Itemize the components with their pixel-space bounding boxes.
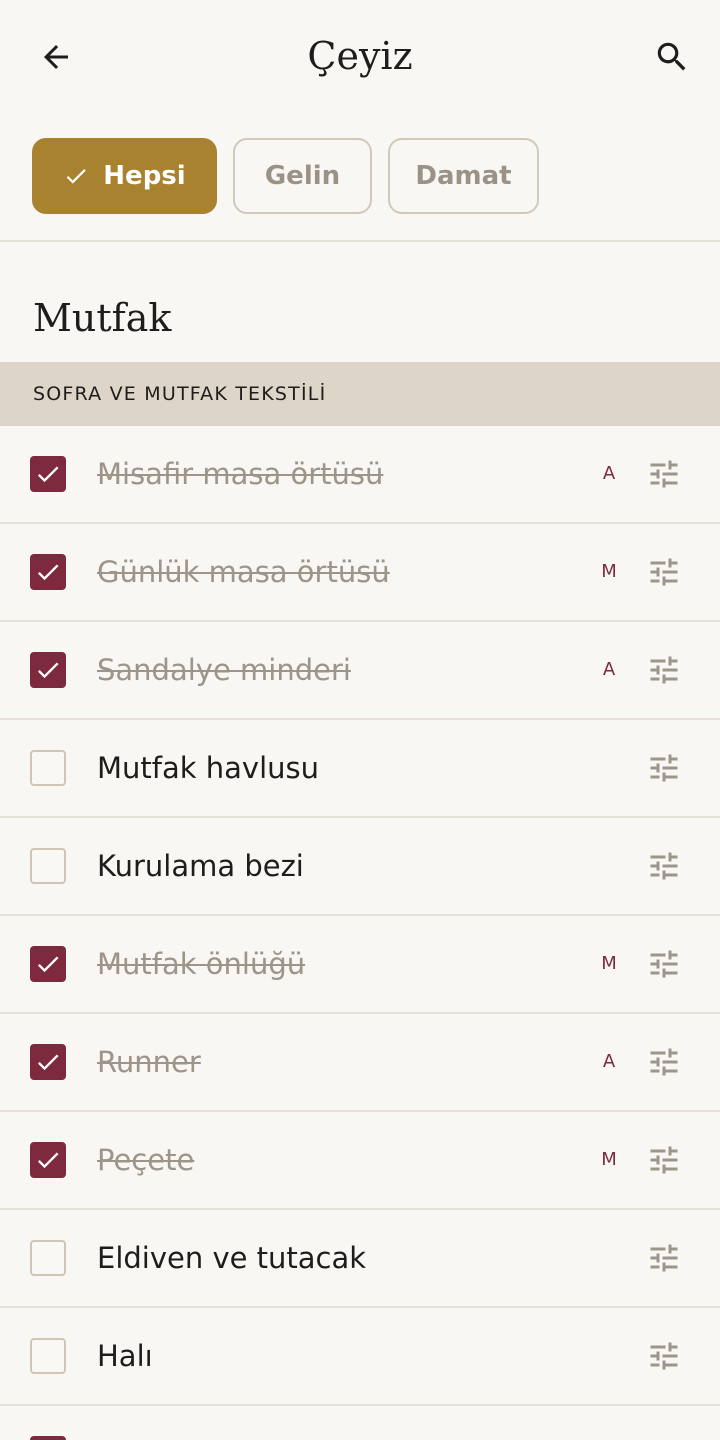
tune-icon	[650, 1048, 678, 1076]
tune-icon	[650, 460, 678, 488]
tune-icon	[650, 1342, 678, 1370]
section-title: Mutfak	[33, 296, 172, 340]
item-options-button[interactable]	[640, 744, 688, 792]
item-label: Günlük masa örtüsü	[97, 555, 390, 589]
page-title: Çeyiz	[307, 34, 413, 78]
list-item[interactable]: Günlük masa örtüsü M	[0, 524, 720, 622]
tune-icon	[650, 1146, 678, 1174]
checkbox[interactable]	[30, 1044, 66, 1080]
list-item[interactable]: Mutfak havlusu	[0, 720, 720, 818]
check-icon	[63, 163, 89, 189]
list-item[interactable]: Halı	[0, 1308, 720, 1406]
check-icon	[37, 1152, 59, 1169]
item-options-button[interactable]	[640, 450, 688, 498]
item-options-button[interactable]	[640, 646, 688, 694]
item-label: Mutfak havlusu	[97, 751, 320, 785]
checkbox[interactable]	[30, 848, 66, 884]
checkbox[interactable]	[30, 554, 66, 590]
item-label: Kurulama bezi	[97, 849, 304, 883]
list-item[interactable]: Kurulama bezi	[0, 818, 720, 916]
tune-icon	[650, 656, 678, 684]
check-icon	[37, 956, 59, 973]
item-label: Runner	[97, 1045, 201, 1079]
search-icon	[657, 42, 686, 71]
filter-chip-label: Hepsi	[103, 161, 186, 191]
item-options-button[interactable]	[640, 940, 688, 988]
tune-icon	[650, 950, 678, 978]
filter-chip-damat[interactable]: Damat	[388, 138, 539, 214]
list-item[interactable]: Mutfak önlüğü M	[0, 916, 720, 1014]
checkbox[interactable]	[30, 750, 66, 786]
item-label: Mutfak önlüğü	[97, 947, 306, 981]
item-options-button[interactable]	[640, 548, 688, 596]
tune-icon	[650, 558, 678, 586]
list-item[interactable]: Sandalye minderi A	[0, 622, 720, 720]
list-item[interactable]: Peçete M	[0, 1112, 720, 1210]
item-label: Sandalye minderi	[97, 653, 351, 687]
checkbox[interactable]	[30, 456, 66, 492]
item-label: Misafir masa örtüsü	[97, 457, 384, 491]
list-item[interactable]: Runner A	[0, 1014, 720, 1112]
filter-chip-label: Gelin	[264, 161, 341, 191]
item-options-button[interactable]	[640, 1332, 688, 1380]
check-icon	[37, 564, 59, 581]
filter-chip-gelin[interactable]: Gelin	[233, 138, 372, 214]
filter-chip-label: Damat	[415, 161, 512, 191]
tune-icon	[650, 754, 678, 782]
app-bar: Çeyiz	[0, 0, 720, 112]
list-item-partial[interactable]	[0, 1406, 720, 1440]
check-icon	[37, 662, 59, 679]
item-options-button[interactable]	[640, 1136, 688, 1184]
assignee-badge: A	[602, 463, 616, 484]
item-options-button[interactable]	[640, 842, 688, 890]
assignee-badge: A	[602, 1051, 616, 1072]
check-icon	[37, 1054, 59, 1071]
subheader-label: SOFRA VE MUTFAK TEKSTİLİ	[33, 383, 327, 405]
list-item[interactable]: Eldiven ve tutacak	[0, 1210, 720, 1308]
divider	[0, 240, 720, 242]
checkbox[interactable]	[30, 1142, 66, 1178]
checkbox[interactable]	[30, 1240, 66, 1276]
checkbox[interactable]	[30, 1338, 66, 1374]
assignee-badge: M	[601, 1149, 617, 1170]
item-options-button[interactable]	[640, 1234, 688, 1282]
checkbox[interactable]	[30, 652, 66, 688]
item-label: Peçete	[97, 1143, 195, 1177]
checklist: Misafir masa örtüsü A Günlük masa örtüsü M S…	[0, 426, 720, 1406]
checkbox[interactable]	[30, 1436, 66, 1440]
search-button[interactable]	[648, 33, 696, 81]
item-label: Halı	[97, 1339, 153, 1373]
assignee-badge: M	[601, 953, 617, 974]
filter-chip-hepsi[interactable]: Hepsi	[32, 138, 217, 214]
item-label: Eldiven ve tutacak	[97, 1241, 367, 1275]
assignee-badge: A	[602, 659, 616, 680]
tune-icon	[650, 852, 678, 880]
category-subheader: SOFRA VE MUTFAK TEKSTİLİ	[0, 362, 720, 426]
item-options-button[interactable]	[640, 1038, 688, 1086]
tune-icon	[650, 1244, 678, 1272]
checkbox[interactable]	[30, 946, 66, 982]
filter-chips: Hepsi Gelin Damat	[32, 138, 539, 214]
list-item[interactable]: Misafir masa örtüsü A	[0, 426, 720, 524]
check-icon	[37, 466, 59, 483]
assignee-badge: M	[601, 561, 617, 582]
